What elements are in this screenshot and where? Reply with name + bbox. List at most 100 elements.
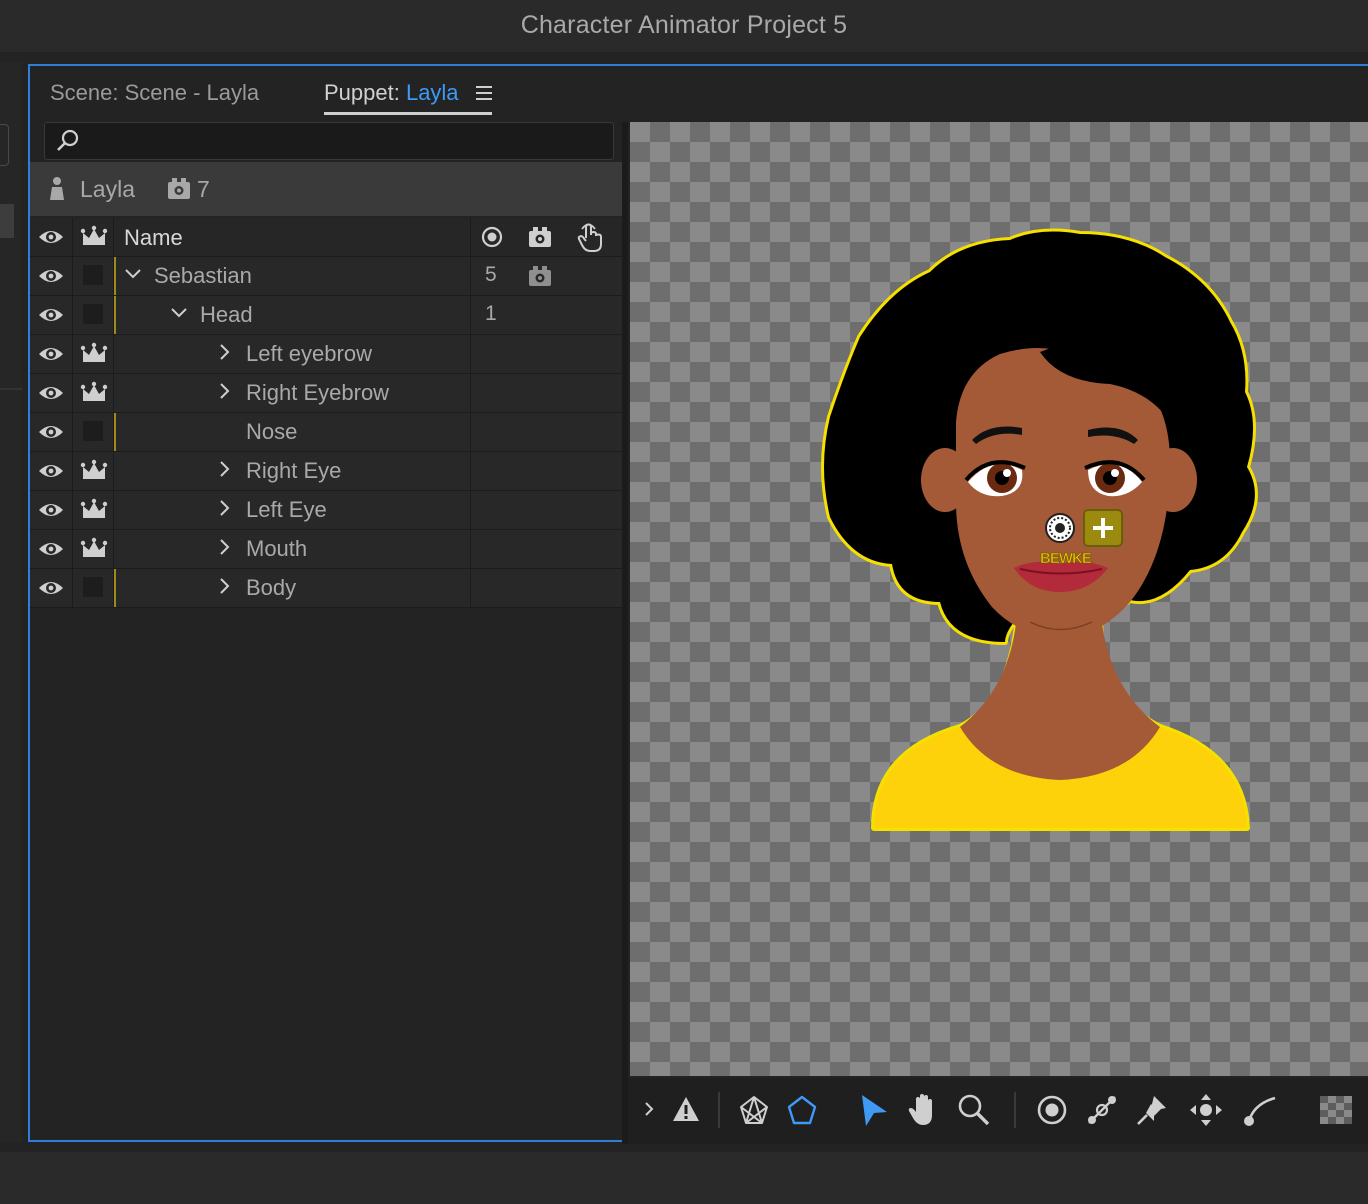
behaviors-cell[interactable]	[522, 530, 560, 568]
triggers-cell[interactable]	[570, 569, 610, 607]
warning-icon[interactable]	[668, 1092, 704, 1128]
visibility-toggle[interactable]	[30, 569, 73, 607]
tab-scene[interactable]: Scene: Scene - Layla	[50, 80, 259, 106]
layer-name-cell[interactable]: Head	[114, 296, 471, 334]
independence-toggle[interactable]	[73, 296, 114, 334]
layer-color-tag	[114, 413, 116, 451]
layer-name-cell[interactable]: Right Eye	[114, 452, 471, 490]
eye-icon	[39, 387, 63, 399]
visibility-column-header[interactable]	[30, 218, 73, 256]
triggers-cell[interactable]	[570, 530, 610, 568]
touch-hand-icon	[577, 223, 602, 252]
name-column-header[interactable]: Name	[114, 218, 471, 256]
behavior-count: 7	[197, 176, 210, 202]
crown-icon	[80, 225, 108, 245]
table-row[interactable]: Nose	[30, 413, 622, 452]
visibility-toggle[interactable]	[30, 491, 73, 529]
zoom-icon[interactable]	[956, 1092, 992, 1128]
layer-color-tag	[114, 569, 116, 607]
table-row[interactable]: Sebastian 5	[30, 257, 622, 296]
visibility-toggle[interactable]	[30, 413, 73, 451]
left-panel-divider	[0, 388, 22, 390]
layer-name-cell[interactable]: Right Eyebrow	[114, 374, 471, 412]
independence-empty-box[interactable]	[83, 304, 103, 324]
layer-name-cell[interactable]: Body	[114, 569, 471, 607]
visibility-toggle[interactable]	[30, 374, 73, 412]
triggers-cell[interactable]	[570, 257, 610, 295]
table-row[interactable]: Right Eyebrow	[30, 374, 622, 413]
visibility-toggle[interactable]	[30, 530, 73, 568]
independence-empty-box[interactable]	[83, 421, 103, 441]
visibility-toggle[interactable]	[30, 335, 73, 373]
origin-handle-icon[interactable]	[1034, 1092, 1070, 1128]
panel-splitter[interactable]	[622, 122, 628, 1144]
independence-empty-box[interactable]	[83, 265, 103, 285]
origin-count-cell	[471, 413, 511, 451]
puppet-header[interactable]: Layla 7	[30, 162, 622, 216]
behaviors-cell[interactable]	[522, 491, 560, 529]
table-row[interactable]: Body	[30, 569, 622, 608]
triggers-cell[interactable]	[570, 296, 610, 334]
triggers-cell[interactable]	[570, 335, 610, 373]
independence-toggle[interactable]	[73, 413, 114, 451]
select-arrow-icon[interactable]	[856, 1092, 892, 1128]
origin-handle-icon	[1045, 513, 1075, 543]
panel-menu-icon[interactable]	[476, 86, 492, 104]
visibility-toggle[interactable]	[30, 296, 73, 334]
search-field[interactable]	[44, 122, 614, 160]
tab-puppet-prefix: Puppet:	[324, 80, 406, 105]
behaviors-cell[interactable]	[522, 569, 560, 607]
layer-name-cell[interactable]: Sebastian	[114, 257, 471, 295]
visibility-toggle[interactable]	[30, 257, 73, 295]
behaviors-column-header[interactable]	[522, 218, 560, 256]
behaviors-cell[interactable]	[522, 413, 560, 451]
eye-icon	[39, 504, 63, 516]
layer-name: Head	[200, 302, 253, 327]
behaviors-cell[interactable]	[522, 452, 560, 490]
polygon-icon[interactable]	[784, 1092, 820, 1128]
table-row[interactable]: Left eyebrow	[30, 335, 622, 374]
crown-icon	[80, 498, 108, 518]
tab-puppet[interactable]: Puppet: Layla	[324, 80, 459, 106]
left-panel-control[interactable]	[0, 124, 9, 166]
independence-toggle[interactable]	[73, 569, 114, 607]
independence-toggle[interactable]	[73, 452, 114, 490]
independence-column-header[interactable]	[73, 218, 114, 256]
mesh-icon[interactable]	[736, 1092, 772, 1128]
table-row[interactable]: Head 1	[30, 296, 622, 335]
checkerboard-icon[interactable]	[1318, 1092, 1354, 1128]
stick-tool-icon[interactable]	[1084, 1092, 1120, 1128]
pin-icon[interactable]	[1134, 1092, 1170, 1128]
independence-toggle[interactable]	[73, 530, 114, 568]
triggers-cell[interactable]	[570, 374, 610, 412]
visibility-toggle[interactable]	[30, 452, 73, 490]
layer-name-cell[interactable]: Left eyebrow	[114, 335, 471, 373]
behaviors-cell[interactable]	[522, 296, 560, 334]
triggers-cell[interactable]	[570, 452, 610, 490]
puppet-canvas[interactable]: BEWKE	[630, 122, 1368, 1076]
behaviors-cell[interactable]	[522, 374, 560, 412]
origin-column-header[interactable]	[471, 218, 511, 256]
independence-toggle[interactable]	[73, 491, 114, 529]
triggers-column-header[interactable]	[570, 218, 610, 256]
eye-icon	[39, 309, 63, 321]
layer-name-cell[interactable]: Left Eye	[114, 491, 471, 529]
table-row[interactable]: Left Eye	[30, 491, 622, 530]
behaviors-cell[interactable]	[522, 335, 560, 373]
hand-icon[interactable]	[906, 1092, 942, 1128]
behaviors-cell[interactable]	[522, 257, 560, 295]
toolbar-separator	[718, 1092, 720, 1128]
independence-toggle[interactable]	[73, 335, 114, 373]
layer-name-cell[interactable]: Mouth	[114, 530, 471, 568]
triggers-cell[interactable]	[570, 413, 610, 451]
layer-name-cell[interactable]: Nose	[114, 413, 471, 451]
independence-empty-box[interactable]	[83, 577, 103, 597]
table-row[interactable]: Mouth	[30, 530, 622, 569]
independence-toggle[interactable]	[73, 257, 114, 295]
dragger-icon[interactable]	[1188, 1092, 1224, 1128]
behavior-camera-icon	[168, 178, 190, 199]
draw-path-icon[interactable]	[1242, 1092, 1278, 1128]
triggers-cell[interactable]	[570, 491, 610, 529]
table-row[interactable]: Right Eye	[30, 452, 622, 491]
independence-toggle[interactable]	[73, 374, 114, 412]
